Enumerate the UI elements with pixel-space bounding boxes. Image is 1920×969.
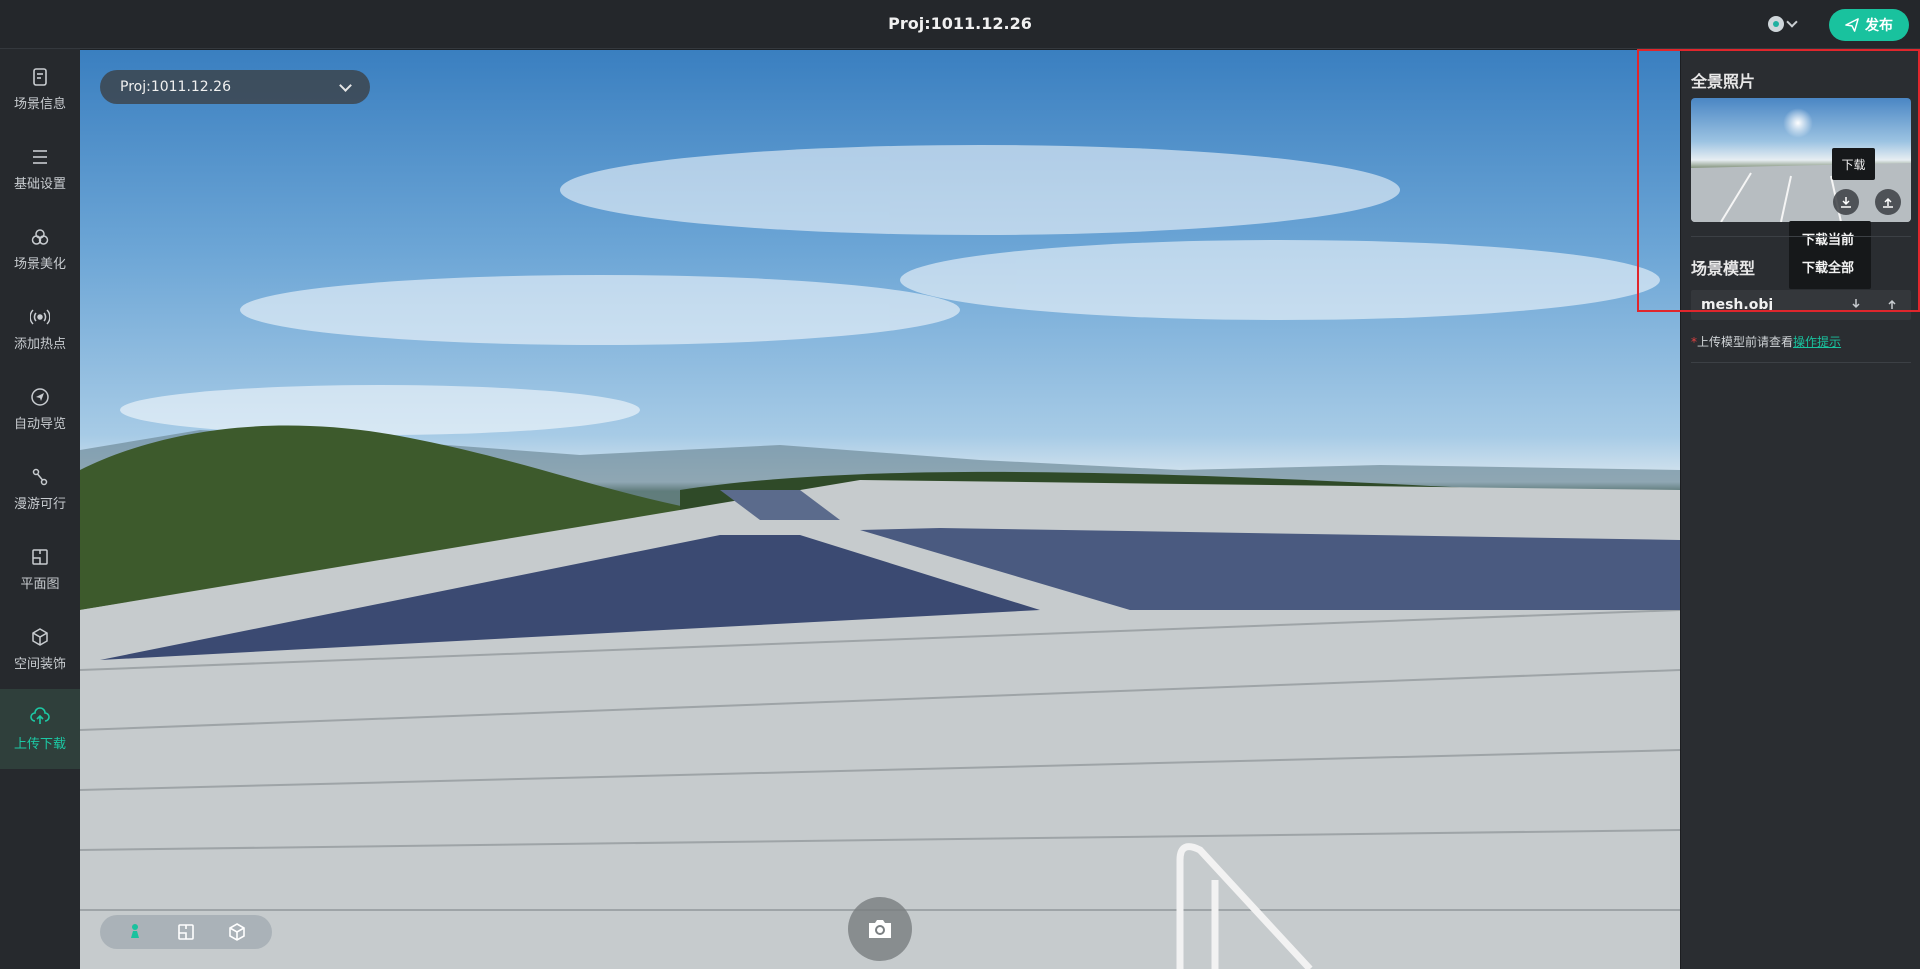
chevron-down-icon — [1786, 16, 1798, 28]
sidebar-item-label: 场景信息 — [13, 96, 66, 112]
sidebar-item-add-hotspot[interactable]: 添加热点 — [0, 289, 80, 369]
list-icon — [33, 149, 47, 164]
avatar-icon — [1768, 16, 1784, 32]
floorplan-icon — [32, 548, 48, 565]
publish-label: 发布 — [1865, 17, 1893, 33]
decoration-icon — [32, 627, 48, 646]
sidebar-item-upload-download[interactable]: 上传下载 — [0, 689, 80, 769]
operation-tips-link[interactable]: 操作提示 — [1793, 335, 1841, 349]
beautify-icon — [31, 228, 49, 245]
page-title: Proj:1011.12.26 — [888, 14, 1032, 33]
sidebar-item-label: 自动导览 — [13, 416, 66, 432]
sidebar-item-scene-info[interactable]: 场景信息 — [0, 49, 80, 129]
view-mode-toolbar — [100, 915, 272, 949]
sidebar-item-decoration[interactable]: 空间装饰 — [0, 609, 80, 689]
sidebar-item-floorplan[interactable]: 平面图 — [0, 529, 80, 609]
scene-info-icon — [33, 67, 47, 86]
upload-hint: *上传模型前请查看操作提示 — [1691, 335, 1842, 349]
panorama-image — [80, 145, 1680, 969]
sidebar-item-beautify[interactable]: 场景美化 — [0, 209, 80, 289]
sidebar-item-label: 漫游可行 — [13, 496, 66, 512]
sidebar-item-auto-tour[interactable]: 自动导览 — [0, 369, 80, 449]
chevron-down-icon — [339, 79, 352, 92]
sidebar: 场景信息 基础设置 场景美化 添加热点 自动导览 漫游可行 平面图 空间装饰 上… — [0, 49, 80, 969]
camera-icon — [869, 920, 891, 938]
publish-button[interactable]: 发布 — [1829, 9, 1909, 41]
screenshot-button[interactable] — [848, 897, 912, 961]
sidebar-item-basic-settings[interactable]: 基础设置 — [0, 129, 80, 209]
user-menu[interactable] — [1768, 12, 1808, 36]
project-select-value: Proj:1011.12.26 — [120, 79, 231, 95]
upload-download-icon — [30, 706, 50, 724]
sidebar-item-label: 基础设置 — [13, 176, 66, 192]
sidebar-item-label: 空间装饰 — [13, 656, 66, 672]
person-icon[interactable] — [125, 922, 145, 942]
send-icon — [1845, 18, 1859, 32]
divider — [1691, 362, 1911, 363]
floorplan-icon[interactable] — [176, 922, 196, 942]
sidebar-item-label: 添加热点 — [13, 336, 66, 352]
top-bar: Proj:1011.12.26 发布 — [0, 0, 1920, 49]
hint-text: 上传模型前请查看 — [1697, 335, 1794, 349]
project-select[interactable]: Proj:1011.12.26 — [100, 70, 370, 104]
path-icon — [32, 468, 48, 485]
sidebar-item-label: 平面图 — [20, 576, 60, 592]
hotspot-icon — [30, 308, 50, 325]
panorama-viewer[interactable]: Proj:1011.12.26 — [80, 50, 1680, 969]
sidebar-item-roaming[interactable]: 漫游可行 — [0, 449, 80, 529]
annotation-highlight-box — [1637, 49, 1920, 312]
sidebar-item-label: 场景美化 — [13, 256, 66, 272]
model-icon[interactable] — [227, 922, 247, 942]
navigation-icon — [31, 387, 49, 406]
sidebar-item-label: 上传下载 — [13, 736, 66, 752]
